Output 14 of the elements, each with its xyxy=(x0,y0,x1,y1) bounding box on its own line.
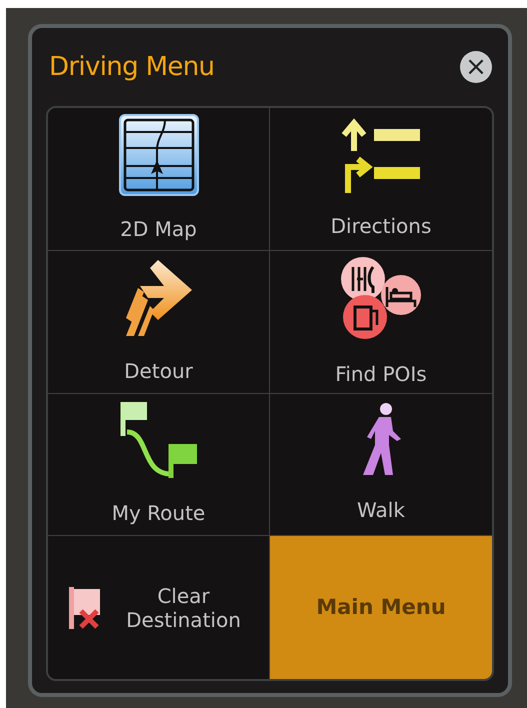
map-icon xyxy=(118,114,198,196)
menu-tile[interactable]: My Route xyxy=(48,394,270,536)
fork-bed-fuel-icon xyxy=(339,254,423,341)
menu-tile[interactable]: Directions xyxy=(270,108,492,251)
arrows-list-icon xyxy=(340,116,422,193)
menu-tile[interactable]: Detour xyxy=(48,250,270,394)
close-button[interactable]: × xyxy=(460,51,492,83)
arrow-icon xyxy=(124,258,194,338)
menu-tile[interactable]: Clear Destination xyxy=(48,536,270,679)
dialog-title: Driving Menu xyxy=(49,50,214,84)
menu-tile[interactable]: 2D Map xyxy=(48,108,270,251)
flags-route-icon xyxy=(118,400,198,480)
flag-x-icon xyxy=(68,586,100,629)
main-menu-button[interactable]: Main Menu xyxy=(270,536,492,679)
